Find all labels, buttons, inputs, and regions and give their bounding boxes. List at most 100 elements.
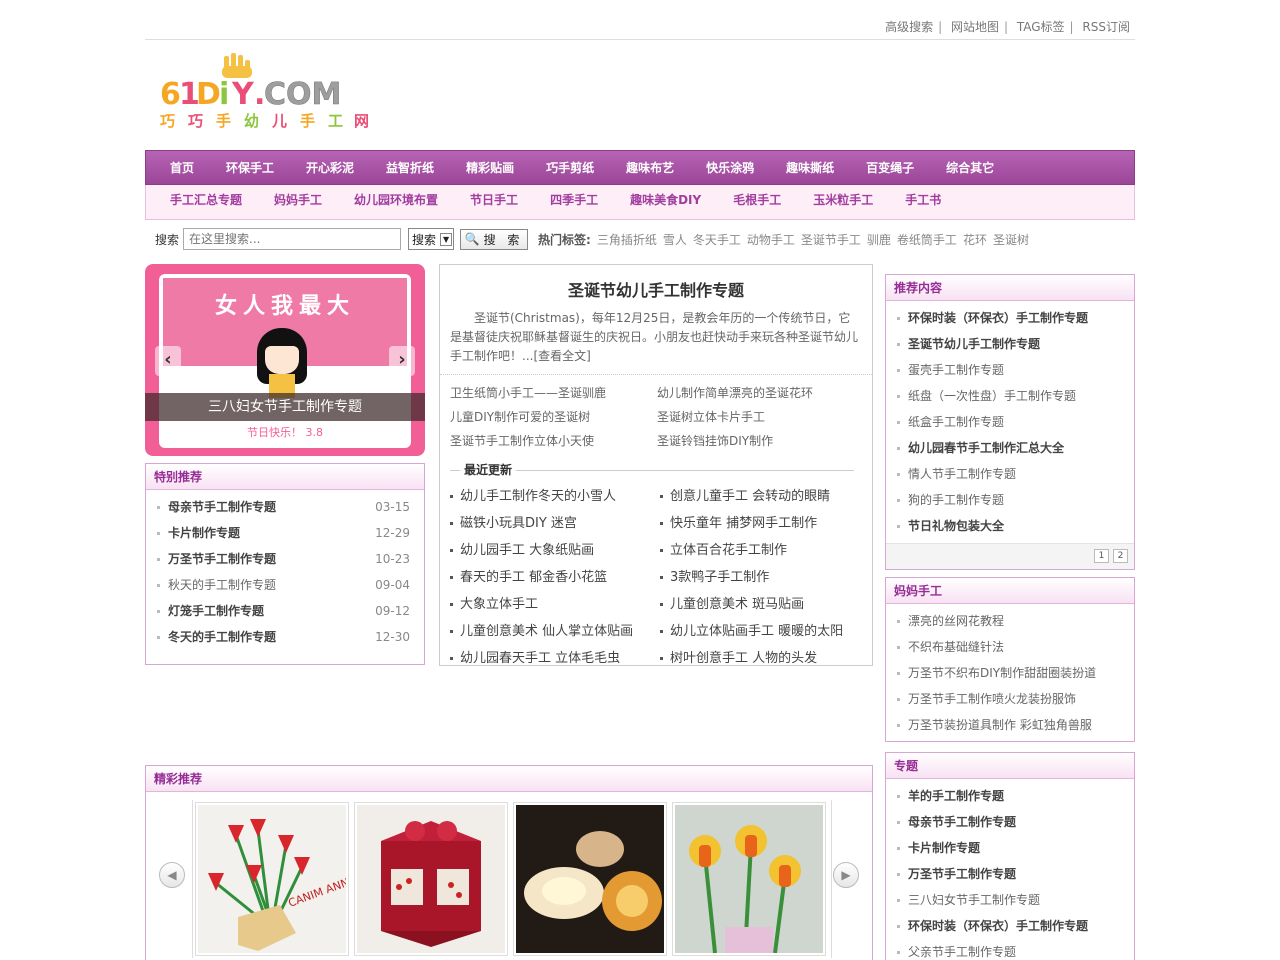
latest-item[interactable]: 树叶创意手工 人物的头发 (660, 645, 870, 672)
latest-item[interactable]: 创意儿童手工 会转动的眼睛 (660, 483, 870, 510)
recommend-item[interactable]: 蛋壳手工制作专题 (894, 357, 1126, 383)
slide-caption[interactable]: 三八妇女节手工制作专题 (145, 393, 425, 421)
recommend-item[interactable]: 圣诞节幼儿手工制作专题 (894, 331, 1126, 357)
latest-item[interactable]: 3款鸭子手工制作 (660, 564, 870, 591)
subnav-item-seasons[interactable]: 四季手工 (534, 185, 614, 215)
nav-item-collage[interactable]: 精彩贴画 (450, 151, 530, 185)
topic-item[interactable]: 环保时装（环保衣）手工制作专题 (894, 913, 1126, 939)
recommend-item[interactable]: 幼儿园春节手工制作汇总大全 (894, 435, 1126, 461)
slider-prev-button[interactable]: ‹ (155, 346, 181, 376)
hot-tag[interactable]: 动物手工 (747, 231, 795, 248)
showcase-thumb-daffodils[interactable] (672, 802, 826, 956)
hot-tag[interactable]: 圣诞树 (993, 231, 1029, 248)
feature-link[interactable]: 圣诞铃铛挂饰DIY制作 (657, 429, 864, 453)
advanced-search-link[interactable]: 高级搜索 (885, 20, 933, 34)
hot-tag[interactable]: 卷纸筒手工 (897, 231, 957, 248)
carousel-prev-button[interactable]: ◀ (159, 862, 185, 888)
showcase-thumb-tulip-card[interactable]: CANIM ANNEME (195, 802, 349, 956)
showcase-thumb-lantern[interactable] (354, 802, 508, 956)
search-type-select[interactable]: 搜索 ▼ (408, 228, 455, 250)
nav-item-eco[interactable]: 环保手工 (210, 151, 290, 185)
feature-title[interactable]: 圣诞节幼儿手工制作专题 (440, 277, 872, 301)
subnav-item-topics[interactable]: 手工汇总专题 (154, 185, 258, 215)
subnav-item-book[interactable]: 手工书 (889, 185, 957, 215)
recommend-item[interactable]: 节日礼物包装大全 (894, 513, 1126, 539)
hot-tag[interactable]: 冬天手工 (693, 231, 741, 248)
showcase-thumb-candles[interactable] (513, 802, 667, 956)
nav-item-other[interactable]: 综合其它 (930, 151, 1010, 185)
nav-item-rope[interactable]: 百变绳子 (850, 151, 930, 185)
special-item[interactable]: 万圣节手工制作专题 10-23 (154, 546, 416, 572)
search-input[interactable] (183, 228, 402, 250)
special-item[interactable]: 卡片制作专题 12-29 (154, 520, 416, 546)
nav-item-doodle[interactable]: 快乐涂鸦 (690, 151, 770, 185)
mama-item[interactable]: 万圣节手工制作喷火龙装扮服饰 (894, 686, 1126, 712)
feature-link[interactable]: 幼儿制作简单漂亮的圣诞花环 (657, 381, 864, 405)
feature-link[interactable]: 儿童DIY制作可爱的圣诞树 (450, 405, 657, 429)
feature-link[interactable]: 圣诞节手工制作立体小天使 (450, 429, 657, 453)
hot-tag[interactable]: 雪人 (663, 231, 687, 248)
mama-item[interactable]: 万圣节装扮道具制作 彩虹独角兽服 (894, 712, 1126, 738)
tag-link[interactable]: TAG标签 (1017, 20, 1065, 34)
topics-list: 羊的手工制作专题 母亲节手工制作专题 卡片制作专题 万圣节手工制作专题 三八妇女节手工制… (886, 779, 1134, 960)
hot-tag[interactable]: 圣诞节手工 (801, 231, 861, 248)
latest-item[interactable]: 幼儿立体贴画手工 暖暖的太阳 (660, 618, 870, 645)
subnav-item-corn[interactable]: 玉米粒手工 (797, 185, 889, 215)
latest-item[interactable]: 幼儿园春天手工 立体毛毛虫 (450, 645, 660, 672)
recommend-item[interactable]: 情人节手工制作专题 (894, 461, 1126, 487)
special-item[interactable]: 灯笼手工制作专题 09-12 (154, 598, 416, 624)
nav-item-home[interactable]: 首页 (154, 151, 210, 185)
subnav-item-food[interactable]: 趣味美食DIY (614, 185, 717, 215)
subnav-item-festival[interactable]: 节日手工 (454, 185, 534, 215)
mama-item[interactable]: 不织布基础缝针法 (894, 634, 1126, 660)
latest-item[interactable]: 幼儿手工制作冬天的小雪人 (450, 483, 660, 510)
sitemap-link[interactable]: 网站地图 (951, 20, 999, 34)
slider-next-button[interactable]: › (389, 346, 415, 376)
carousel-next-button[interactable]: ▶ (833, 862, 859, 888)
topic-item[interactable]: 母亲节手工制作专题 (894, 809, 1126, 835)
rss-link[interactable]: RSS订阅 (1082, 20, 1130, 34)
latest-item[interactable]: 立体百合花手工制作 (660, 537, 870, 564)
site-logo[interactable]: 6 1 D i Y . COM 巧 巧 手 幼 儿 手 工 网 (158, 52, 374, 134)
special-item[interactable]: 母亲节手工制作专题 03-15 (154, 494, 416, 520)
topic-item[interactable]: 三八妇女节手工制作专题 (894, 887, 1126, 913)
nav-item-fabric[interactable]: 趣味布艺 (610, 151, 690, 185)
latest-item[interactable]: 儿童创意美术 仙人掌立体贴画 (450, 618, 660, 645)
latest-item[interactable]: 快乐童年 捕梦网手工制作 (660, 510, 870, 537)
nav-item-papertear[interactable]: 趣味撕纸 (770, 151, 850, 185)
svg-text:工: 工 (328, 112, 343, 130)
latest-item[interactable]: 春天的手工 郁金香小花篮 (450, 564, 660, 591)
hot-tag[interactable]: 花环 (963, 231, 987, 248)
nav-item-origami[interactable]: 益智折纸 (370, 151, 450, 185)
recommend-item[interactable]: 狗的手工制作专题 (894, 487, 1126, 513)
feature-link[interactable]: 圣诞树立体卡片手工 (657, 405, 864, 429)
special-item[interactable]: 秋天的手工制作专题 09-04 (154, 572, 416, 598)
nav-item-papercut[interactable]: 巧手剪纸 (530, 151, 610, 185)
feature-link[interactable]: 卫生纸筒小手工——圣诞驯鹿 (450, 381, 657, 405)
latest-item[interactable]: 幼儿园手工 大象纸贴画 (450, 537, 660, 564)
hot-tag[interactable]: 驯鹿 (867, 231, 891, 248)
topic-item[interactable]: 万圣节手工制作专题 (894, 861, 1126, 887)
special-item-label: 冬天的手工制作专题 (168, 630, 277, 644)
subnav-item-kindergarten[interactable]: 幼儿园环境布置 (338, 185, 454, 215)
topic-item[interactable]: 羊的手工制作专题 (894, 783, 1126, 809)
latest-item[interactable]: 儿童创意美术 斑马贴画 (660, 591, 870, 618)
latest-item[interactable]: 大象立体手工 (450, 591, 660, 618)
special-item[interactable]: 冬天的手工制作专题 12-30 (154, 624, 416, 650)
hot-tag[interactable]: 三角插折纸 (597, 231, 657, 248)
page-1-button[interactable]: 1 (1094, 549, 1109, 563)
search-button[interactable]: 🔍 搜 索 (460, 228, 529, 250)
recommend-item[interactable]: 纸盘（一次性盘）手工制作专题 (894, 383, 1126, 409)
subnav-item-mama[interactable]: 妈妈手工 (258, 185, 338, 215)
recommend-item[interactable]: 环保时装（环保衣）手工制作专题 (894, 305, 1126, 331)
recommend-item[interactable]: 纸盒手工制作专题 (894, 409, 1126, 435)
mama-item[interactable]: 漂亮的丝网花教程 (894, 608, 1126, 634)
topic-item[interactable]: 父亲节手工制作专题 (894, 939, 1126, 960)
latest-item[interactable]: 磁铁小玩具DIY 迷宫 (450, 510, 660, 537)
page-2-button[interactable]: 2 (1113, 549, 1128, 563)
mama-item[interactable]: 万圣节不织布DIY制作甜甜圈装扮道 (894, 660, 1126, 686)
nav-item-clay[interactable]: 开心彩泥 (290, 151, 370, 185)
subnav-item-pipecleaner[interactable]: 毛根手工 (717, 185, 797, 215)
featured-slider[interactable]: 女人我最大 ‹ › 三八妇女节手工制作专题 节日快乐！ 3.8 (145, 264, 425, 456)
topic-item[interactable]: 卡片制作专题 (894, 835, 1126, 861)
